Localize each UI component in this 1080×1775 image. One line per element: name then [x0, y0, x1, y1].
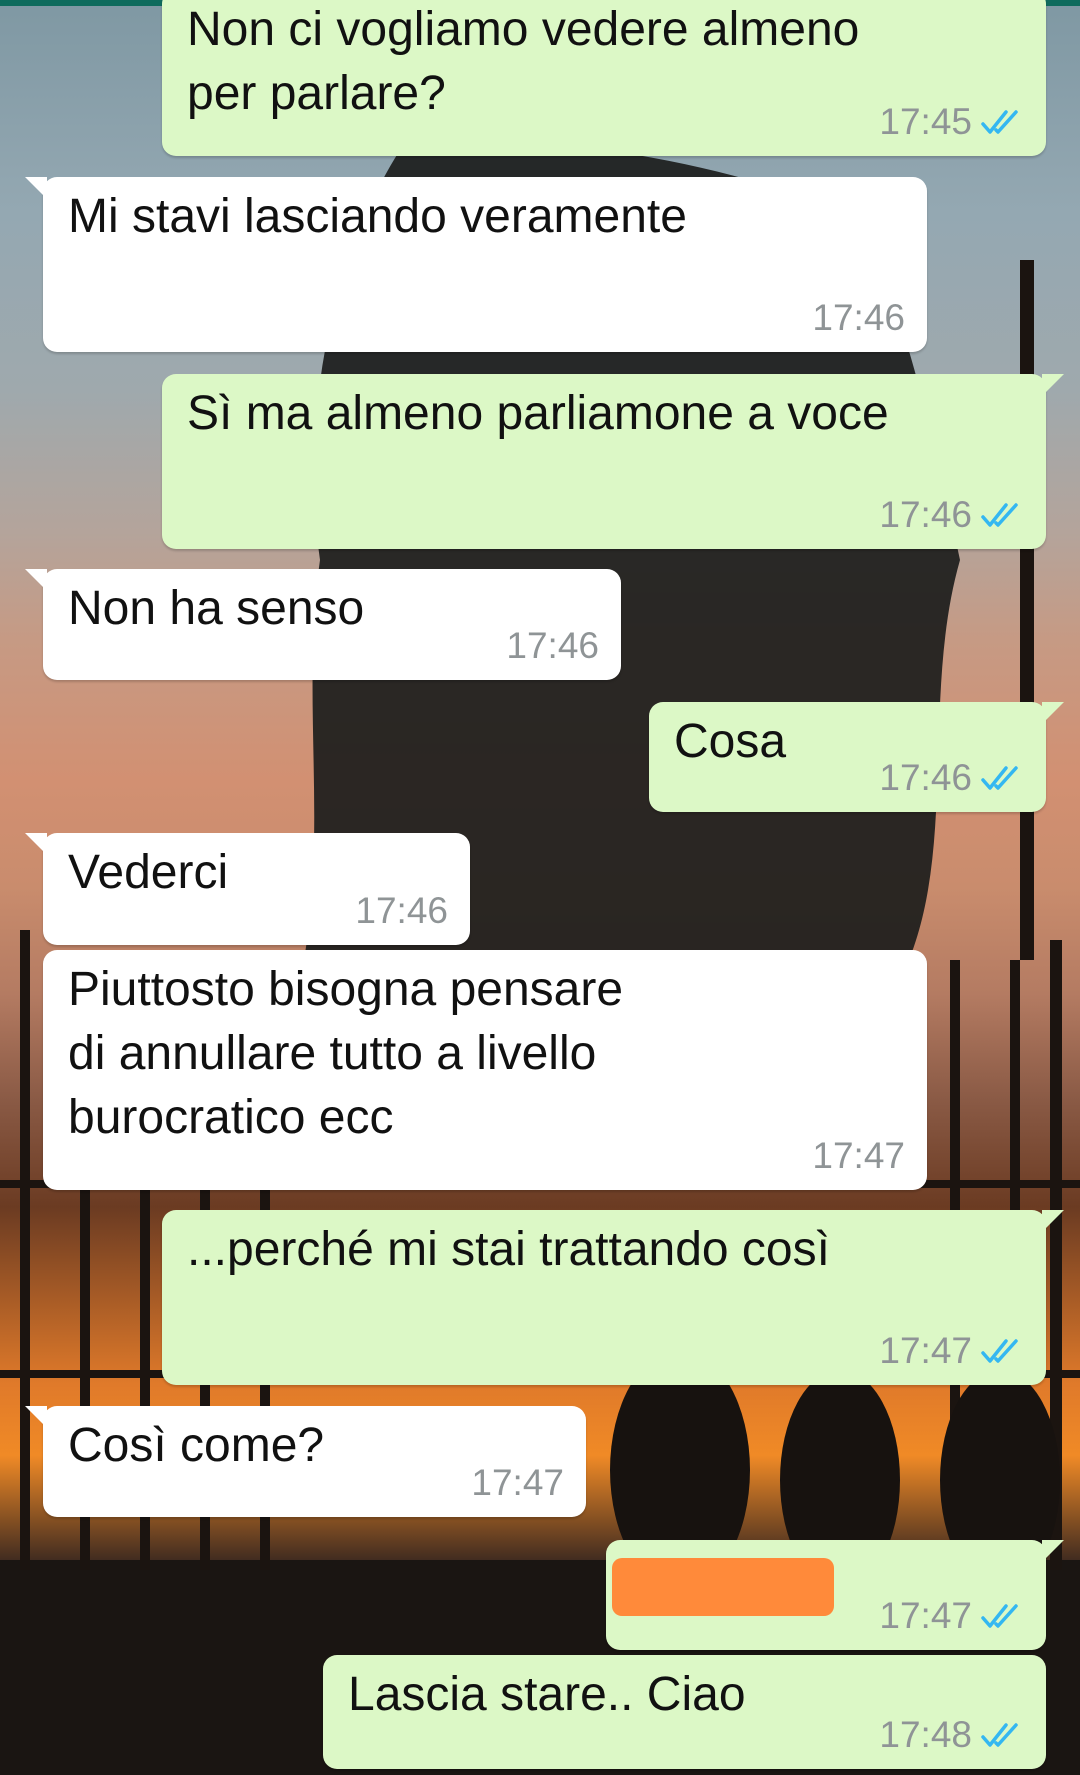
incoming-message-bubble[interactable]: Piuttosto bisogna pensare di annullare t… [43, 950, 927, 1190]
message-time: 17:45 [879, 101, 972, 142]
message-text: Lascia stare.. Ciao [348, 1668, 746, 1721]
bubble-tail [25, 569, 47, 591]
incoming-message-bubble[interactable]: Vederci 17:46 [25, 833, 470, 945]
read-receipt-icon [981, 766, 1018, 790]
message-time: 17:47 [879, 1330, 972, 1371]
message-meta: 17:45 [879, 102, 1024, 142]
incoming-message-bubble[interactable]: Non ha senso 17:46 [25, 569, 621, 680]
message-meta: 17:47 [879, 1596, 1024, 1636]
message-text: ...perché mi stai trattando così [187, 1223, 830, 1276]
bubble-tail [1042, 374, 1064, 396]
message-meta: 17:46 [506, 626, 599, 666]
message-meta: 17:46 [879, 495, 1024, 535]
outgoing-message-bubble[interactable]: ...perché mi stai trattando così 17:47 [162, 1210, 1064, 1385]
message-meta: 17:46 [355, 891, 448, 931]
message-time: 17:48 [879, 1714, 972, 1755]
message-time: 17:46 [879, 494, 972, 535]
message-meta: 17:47 [812, 1136, 905, 1176]
incoming-message-bubble[interactable]: Così come? 17:47 [25, 1406, 586, 1517]
read-receipt-icon [981, 1723, 1018, 1747]
outgoing-message-bubble[interactable]: Non ci vogliamo vedere almeno per parlar… [162, 0, 1046, 156]
bubble-tail [1042, 702, 1064, 724]
outgoing-message-bubble[interactable]: Cosa 17:46 [649, 702, 1064, 812]
outgoing-message-bubble[interactable]: Lascia stare.. Ciao 17:48 [323, 1655, 1046, 1769]
message-meta: 17:47 [879, 1331, 1024, 1371]
message-time: 17:46 [506, 625, 599, 666]
bubble-tail [25, 833, 47, 855]
bubble-tail [1042, 1540, 1064, 1562]
message-time: 17:46 [879, 757, 972, 798]
bubble-tail [25, 177, 47, 199]
outgoing-message-bubble[interactable]: Sì ma almeno parliamone a voce 17:46 [162, 374, 1064, 549]
message-text: Vederci [68, 846, 229, 899]
message-time: 17:47 [471, 1462, 564, 1503]
message-text: Mi stavi lasciando veramente [68, 190, 687, 243]
message-time: 17:46 [355, 890, 448, 931]
read-receipt-icon [981, 503, 1018, 527]
message-meta: 17:48 [879, 1715, 1024, 1755]
message-text: Non ha senso [68, 582, 365, 635]
message-meta: 17:46 [879, 758, 1024, 798]
read-receipt-icon [981, 1339, 1018, 1363]
read-receipt-icon [981, 1604, 1018, 1628]
bubble-tail [25, 1406, 47, 1428]
outgoing-message-bubble[interactable]: 17:47 [606, 1540, 1064, 1650]
message-time: 17:47 [812, 1135, 905, 1176]
message-text: Non ci vogliamo vedere almeno per parlar… [187, 3, 860, 120]
message-meta: 17:47 [471, 1463, 564, 1503]
message-text: Sì ma almeno parliamone a voce [187, 387, 889, 440]
incoming-message-bubble[interactable]: Mi stavi lasciando veramente 17:46 [25, 177, 927, 352]
message-text: Così come? [68, 1419, 325, 1472]
message-meta: 17:46 [812, 298, 905, 338]
bubble-tail [1042, 1210, 1064, 1232]
read-receipt-icon [981, 110, 1018, 134]
message-text: Cosa [674, 715, 787, 768]
message-time: 17:47 [879, 1595, 972, 1636]
message-text: Piuttosto bisogna pensare di annullare t… [68, 963, 624, 1144]
redacted-text-block [612, 1558, 834, 1616]
message-time: 17:46 [812, 297, 905, 338]
